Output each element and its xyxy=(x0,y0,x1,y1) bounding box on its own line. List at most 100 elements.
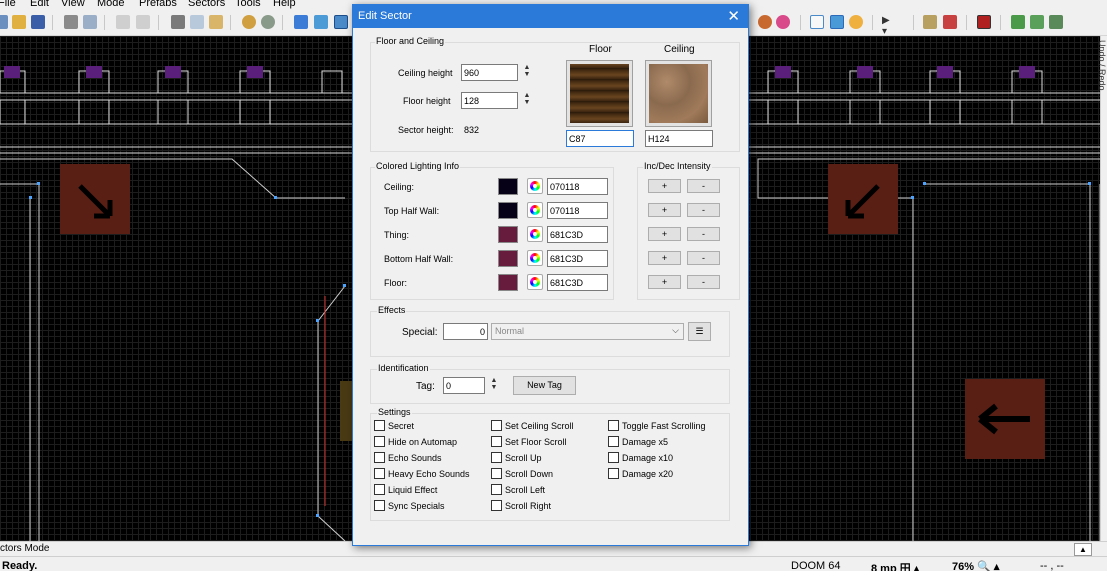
checkbox-scroll-right[interactable]: Scroll Right xyxy=(491,500,551,511)
undo-redo-tab[interactable]: Undo / Redo xyxy=(1099,40,1107,120)
decrease-intensity-button[interactable]: - xyxy=(687,227,720,241)
collapse-panel-button[interactable]: ▲ xyxy=(1074,543,1092,556)
color-hex-input[interactable] xyxy=(547,226,608,243)
checkbox-damage-x5[interactable]: Damage x5 xyxy=(608,436,668,447)
floor-column-label: Floor xyxy=(589,44,612,55)
special-number-input[interactable] xyxy=(443,323,488,340)
menu-prefabs[interactable]: Prefabs xyxy=(139,0,177,9)
special-type-dropdown[interactable]: Normal ⌵ xyxy=(491,323,684,340)
increase-intensity-button[interactable]: + xyxy=(648,275,681,289)
grid-icon[interactable] xyxy=(810,15,824,29)
light-icon[interactable] xyxy=(849,15,863,29)
door-sector xyxy=(340,381,352,441)
color-picker-icon[interactable] xyxy=(527,178,543,194)
checkbox-set-ceiling-scroll[interactable]: Set Ceiling Scroll xyxy=(491,420,574,431)
prefab-last-icon[interactable] xyxy=(1049,15,1063,29)
tree-icon[interactable] xyxy=(261,15,275,29)
tag-input[interactable] xyxy=(443,377,485,394)
map-options-icon[interactable] xyxy=(64,15,78,29)
vertices-mode-icon[interactable] xyxy=(294,15,308,29)
floor-texture-preview[interactable] xyxy=(566,60,633,127)
script-icon[interactable] xyxy=(83,15,97,29)
color-swatch[interactable] xyxy=(498,178,518,195)
color-picker-icon[interactable] xyxy=(527,226,543,242)
color-swatch[interactable] xyxy=(498,202,518,219)
checkbox-toggle-fast-scrolling[interactable]: Toggle Fast Scrolling xyxy=(608,420,706,431)
decrease-intensity-button[interactable]: - xyxy=(687,203,720,217)
zoom-selector[interactable]: 76% 🔍 ▴ xyxy=(952,560,999,571)
menu-view[interactable]: View xyxy=(61,0,85,9)
map-analysis-icon[interactable] xyxy=(977,15,991,29)
increase-intensity-button[interactable]: + xyxy=(648,179,681,193)
decrease-intensity-button[interactable]: - xyxy=(687,275,720,289)
checkbox-heavy-echo-sounds[interactable]: Heavy Echo Sounds xyxy=(374,468,470,479)
menu-mode[interactable]: Mode xyxy=(97,0,125,9)
redo-icon[interactable] xyxy=(136,15,150,29)
increase-intensity-button[interactable]: + xyxy=(648,251,681,265)
new-tag-button[interactable]: New Tag xyxy=(513,376,576,395)
color-hex-input[interactable] xyxy=(547,178,608,195)
checkbox-set-floor-scroll[interactable]: Set Floor Scroll xyxy=(491,436,567,447)
cut-icon[interactable] xyxy=(171,15,185,29)
menu-file[interactable]: File xyxy=(0,0,16,9)
increase-intensity-button[interactable]: + xyxy=(648,203,681,217)
ceiling-height-input[interactable] xyxy=(461,64,518,81)
color-swatch[interactable] xyxy=(498,226,518,243)
status-bar: Ready. DOOM 64 8 mp 田 ▴ 76% 🔍 ▴ -- , -- xyxy=(0,556,1107,571)
menu-tools[interactable]: Tools xyxy=(235,0,261,9)
ceiling-height-spinner[interactable]: ▲ ▼ xyxy=(522,64,532,81)
textures-icon[interactable] xyxy=(830,15,844,29)
menu-edit[interactable]: Edit xyxy=(30,0,49,9)
open-folder-icon[interactable] xyxy=(12,15,26,29)
undo-icon[interactable] xyxy=(116,15,130,29)
color-swatch[interactable] xyxy=(498,274,518,291)
paste-icon[interactable] xyxy=(209,15,223,29)
floor-height-input[interactable] xyxy=(461,92,518,109)
script-editor-icon[interactable] xyxy=(943,15,957,29)
game-config: DOOM 64 xyxy=(791,560,841,571)
render-icon[interactable] xyxy=(758,15,772,29)
brightness-icon[interactable] xyxy=(776,15,790,29)
color-picker-icon[interactable] xyxy=(527,202,543,218)
grid-size-selector[interactable]: 8 mp 田 ▴ xyxy=(871,560,919,571)
checkbox-liquid-effect[interactable]: Liquid Effect xyxy=(374,484,437,495)
checkbox-secret[interactable]: Secret xyxy=(374,420,414,431)
menu-sectors[interactable]: Sectors xyxy=(188,0,225,9)
ceiling-texture-preview[interactable] xyxy=(645,60,712,127)
floor-height-spinner[interactable]: ▲ ▼ xyxy=(522,92,532,109)
checkbox-hide-on-automap[interactable]: Hide on Automap xyxy=(374,436,457,447)
checkbox-scroll-up[interactable]: Scroll Up xyxy=(491,452,542,463)
decrease-intensity-button[interactable]: - xyxy=(687,179,720,193)
checkbox-scroll-down[interactable]: Scroll Down xyxy=(491,468,553,479)
color-hex-input[interactable] xyxy=(547,250,608,267)
checkbox-damage-x20[interactable]: Damage x20 xyxy=(608,468,673,479)
special-browse-button[interactable]: ☰ xyxy=(688,322,711,341)
prefab-insert-icon[interactable] xyxy=(1011,15,1025,29)
copy-icon[interactable] xyxy=(190,15,204,29)
new-map-icon[interactable] xyxy=(0,15,8,29)
linedefs-mode-icon[interactable] xyxy=(314,15,328,29)
thing-icon[interactable] xyxy=(242,15,256,29)
color-picker-icon[interactable] xyxy=(527,274,543,290)
prefab-create-icon[interactable] xyxy=(1030,15,1044,29)
save-icon[interactable] xyxy=(31,15,45,29)
increase-intensity-button[interactable]: + xyxy=(648,227,681,241)
tag-spinner[interactable]: ▲ ▼ xyxy=(489,377,499,394)
color-picker-icon[interactable] xyxy=(527,250,543,266)
checkbox-damage-x10[interactable]: Damage x10 xyxy=(608,452,673,463)
menu-help[interactable]: Help xyxy=(273,0,296,9)
tool-icon[interactable] xyxy=(923,15,937,29)
checkbox-scroll-left[interactable]: Scroll Left xyxy=(491,484,545,495)
ceiling-texture-input[interactable] xyxy=(645,130,713,147)
sectors-mode-icon[interactable] xyxy=(334,15,348,29)
floor-texture-input[interactable] xyxy=(566,130,634,147)
decrease-intensity-button[interactable]: - xyxy=(687,251,720,265)
checkbox-echo-sounds[interactable]: Echo Sounds xyxy=(374,452,442,463)
color-hex-input[interactable] xyxy=(547,202,608,219)
checkbox-sync-specials[interactable]: Sync Specials xyxy=(374,500,445,511)
color-hex-input[interactable] xyxy=(547,274,608,291)
close-icon[interactable]: ✕ xyxy=(727,7,740,25)
sector-height-value: 832 xyxy=(464,125,480,135)
color-swatch[interactable] xyxy=(498,250,518,267)
play-icon[interactable]: ▶ ▾ xyxy=(882,15,896,37)
